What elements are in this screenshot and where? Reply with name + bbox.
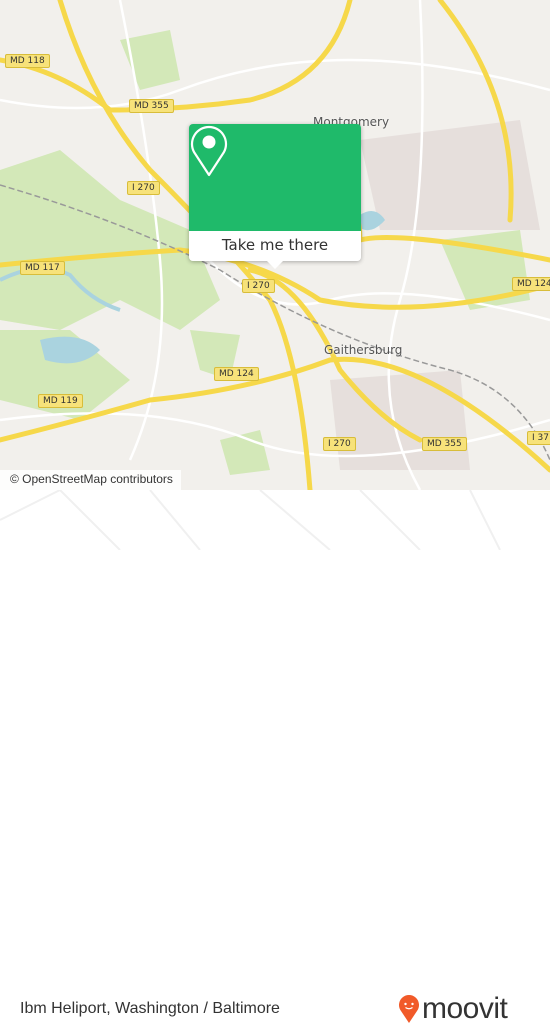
- moovit-wordmark: moovit: [422, 992, 508, 1025]
- footer: Ibm Heliport, Washington / Baltimore moo…: [0, 490, 550, 1025]
- road-label: MD 119: [38, 394, 83, 408]
- footer-background-pattern: [0, 490, 501, 550]
- map[interactable]: MD 118 MD 355 I 270 MD 117 I 270 MD 124 …: [0, 0, 550, 490]
- place-name: Ibm Heliport, Washington / Baltimore: [20, 1000, 280, 1017]
- place-label-gaithersburg: Gaithersburg: [324, 343, 403, 357]
- road-label: I 270: [242, 279, 275, 293]
- osm-attribution[interactable]: © OpenStreetMap contributors: [0, 470, 181, 490]
- popup-header: [189, 124, 361, 231]
- road-label: MD 355: [129, 99, 174, 113]
- road-label: MD 355: [422, 437, 467, 451]
- road-label: MD 117: [20, 261, 65, 275]
- moovit-pin-icon: [399, 995, 419, 1023]
- road-label: MD 118: [5, 54, 50, 68]
- road-label: MD 124: [512, 277, 550, 291]
- location-pin-icon: [190, 125, 228, 177]
- road-label: I 270: [323, 437, 356, 451]
- road-label: I 270: [127, 181, 160, 195]
- location-popup: Take me there: [189, 124, 361, 269]
- road-label: MD 124: [214, 367, 259, 381]
- take-me-there-button[interactable]: Take me there: [189, 231, 361, 261]
- popup-pointer: [267, 261, 283, 269]
- moovit-logo[interactable]: moovit: [398, 992, 508, 1026]
- road-label: I 37: [527, 431, 550, 445]
